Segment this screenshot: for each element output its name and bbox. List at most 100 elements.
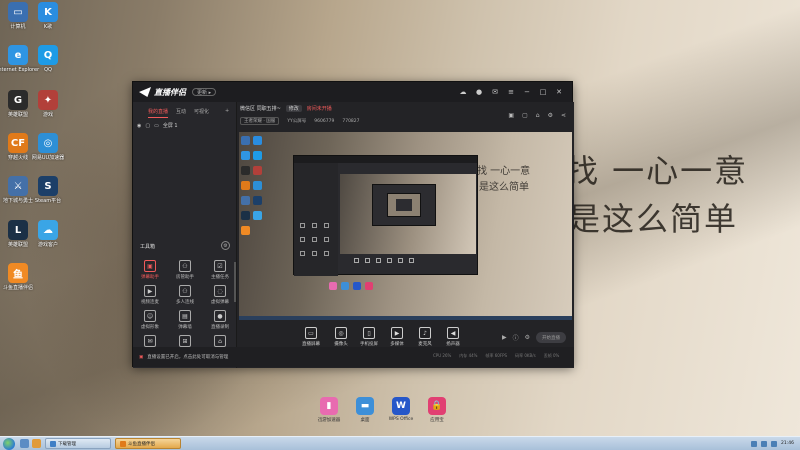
desktop-icon[interactable]: G 英雄联盟: [1, 90, 35, 118]
volume-icon[interactable]: [761, 440, 768, 447]
desktop-icon-label: 英雄联盟: [7, 242, 28, 248]
system-tray: 21:46: [751, 440, 794, 447]
dock-item[interactable]: W WPS Office: [388, 397, 414, 423]
desktop-icon-label: 英雄联盟: [7, 112, 28, 118]
tab-my-live[interactable]: 我的直播: [148, 108, 169, 118]
dock-item-label: 应用宝: [430, 418, 444, 423]
update-pill[interactable]: 更新 ▸: [192, 88, 217, 96]
desktop-icon-label: QQ: [44, 67, 52, 73]
maximize-icon[interactable]: □: [538, 87, 548, 97]
desktop-icon[interactable]: ☁ 游戏客户: [31, 220, 65, 248]
stat-value: 码率 0KB/s: [515, 353, 536, 358]
start-button[interactable]: [3, 437, 15, 450]
desktop-icon[interactable]: ⚔ 地下城与勇士: [1, 176, 35, 204]
desktop-icon-label: 游戏: [42, 112, 53, 118]
danmaku-toggle-icon[interactable]: ▣: [139, 355, 143, 360]
video-call-icon: ▶: [144, 285, 156, 297]
scene-row[interactable]: ◉ ▢ ▭ 全屏 1: [137, 122, 178, 130]
add-tab-icon[interactable]: +: [225, 108, 229, 118]
tool-multi-user[interactable]: ⚇ 多人连线: [170, 285, 200, 305]
stream-preview[interactable]: 找 一心一意 是这么简单: [239, 132, 572, 320]
main-panel: 微信区 同职五排~ 修改 房间未开播 王者荣耀 · 国服 YY公屏号 96067…: [237, 102, 574, 368]
computer-icon: ▭: [8, 2, 28, 22]
lock-icon[interactable]: ▢: [145, 123, 150, 129]
tool-label: 虚拟弹幕: [211, 300, 229, 305]
desktop-icon[interactable]: 鱼斗鱼直播伴侣: [1, 263, 35, 291]
start-live-button[interactable]: 开始直播: [536, 332, 566, 343]
preview-desktop-icons: [241, 136, 251, 235]
person-icon: ⚇: [179, 260, 191, 272]
app-titlebar[interactable]: 直播伴侣 更新 ▸ ☁ ● ✉ ≡ − □ ✕: [133, 82, 572, 102]
desktop-icon[interactable]: K K歌: [31, 2, 65, 30]
source-speaker[interactable]: ◀ 扬声器: [437, 327, 469, 347]
edit-room-button[interactable]: 修改: [285, 105, 302, 112]
input-method-icon[interactable]: [771, 440, 778, 447]
tool-record[interactable]: ● 直播录制: [205, 310, 235, 330]
show-desktop-icon[interactable]: [20, 439, 29, 448]
desktop-icon[interactable]: ◎ 网易UU加速器: [31, 133, 65, 161]
settings-icon[interactable]: ⚙: [548, 112, 553, 119]
dnf-icon: ⚔: [8, 176, 28, 196]
avatar-icon[interactable]: ●: [474, 87, 484, 97]
windows-taskbar: 下载管理 斗鱼直播伴侣 21:46: [0, 436, 800, 450]
record-icon[interactable]: ▶: [502, 334, 507, 341]
dock-item[interactable]: ▬ 桌面: [354, 397, 376, 423]
dock-item[interactable]: 🔒 应用宝: [426, 397, 448, 423]
room-category[interactable]: 王者荣耀 · 国服: [240, 117, 280, 125]
minimize-icon[interactable]: −: [522, 87, 532, 97]
screen-icon: ▭: [305, 327, 317, 339]
tab-visual[interactable]: 可视化: [194, 108, 209, 118]
cf-icon: CF: [8, 133, 28, 153]
lock-app-icon: 🔒: [428, 397, 446, 415]
speaker-icon: ◀: [447, 327, 459, 339]
desktop-icon-label: 游戏客户: [37, 242, 58, 248]
tool-avatar[interactable]: ☺ 虚拟形象: [135, 310, 165, 330]
info-icon[interactable]: ⓘ: [513, 333, 519, 342]
tool-video-call[interactable]: ▶ 视频连麦: [135, 285, 165, 305]
store-icon[interactable]: ⌂: [536, 112, 540, 119]
left-scrollbar[interactable]: [234, 262, 236, 302]
gift-icon[interactable]: ▣: [508, 112, 514, 119]
tool-label: 直播录制: [211, 325, 229, 330]
toolbox-settings-icon[interactable]: ⚙: [221, 241, 230, 250]
taskbar-task[interactable]: 下载管理: [45, 438, 111, 449]
close-icon[interactable]: ✕: [554, 87, 564, 97]
tab-interact[interactable]: 互动: [176, 108, 186, 118]
tool-person[interactable]: ⚇ 房管助手: [170, 260, 200, 280]
dock-item-label: WPS Office: [388, 417, 414, 422]
taskbar-task[interactable]: 斗鱼直播伴侣: [115, 438, 181, 449]
tool-danmaku[interactable]: ▣ 弹幕助手: [135, 260, 165, 280]
room-status: 房间未开播: [306, 106, 332, 112]
tool-virtual[interactable]: ◌ 虚拟弹幕: [205, 285, 235, 305]
task-label: 斗鱼直播伴侣: [128, 441, 155, 447]
eye-icon[interactable]: ◉: [137, 123, 141, 129]
tool-task[interactable]: ☑ 主播任务: [205, 260, 235, 280]
clock[interactable]: 21:46: [781, 441, 794, 446]
wall-icon: ▤: [179, 310, 191, 322]
preview-nested-window: [293, 155, 478, 276]
desktop-icon[interactable]: ▭ 计算机: [1, 2, 35, 30]
lock-icon[interactable]: ▢: [522, 112, 528, 119]
tool-wall[interactable]: ▤ 弹幕墙: [170, 310, 200, 330]
desktop-icon[interactable]: S Steam平台: [31, 176, 65, 204]
desktop-icon[interactable]: L 英雄联盟: [1, 220, 35, 248]
status-text[interactable]: 直播设置已开启，点击此处可取消与管理: [147, 354, 228, 360]
desktop-icon-label: 穿越火线: [7, 155, 28, 161]
desktop-icon[interactable]: ✦ 游戏: [31, 90, 65, 118]
menu-icon[interactable]: ≡: [506, 87, 516, 97]
cloud-icon[interactable]: ☁: [458, 87, 468, 97]
task-app-icon: [50, 440, 56, 447]
dock-item-label: 迅游加速器: [317, 418, 341, 423]
desktop-icon[interactable]: Q QQ: [31, 45, 65, 73]
settings-icon[interactable]: ⚙: [525, 334, 530, 341]
toolbox-title: 工具箱: [140, 244, 156, 250]
source-screen[interactable]: ▭ 直播屏幕: [295, 327, 327, 347]
mail-icon[interactable]: ✉: [490, 87, 500, 97]
desktop-icon[interactable]: CF 穿越火线: [1, 133, 35, 161]
network-icon[interactable]: [751, 440, 758, 447]
dock-item[interactable]: ▮ 迅游加速器: [318, 397, 340, 423]
share-icon[interactable]: ⋖: [561, 112, 566, 119]
quick-launch-icon[interactable]: [32, 439, 41, 448]
tool-label: 视频连麦: [141, 300, 159, 305]
desktop-icon[interactable]: e Internet Explorer: [0, 45, 39, 73]
